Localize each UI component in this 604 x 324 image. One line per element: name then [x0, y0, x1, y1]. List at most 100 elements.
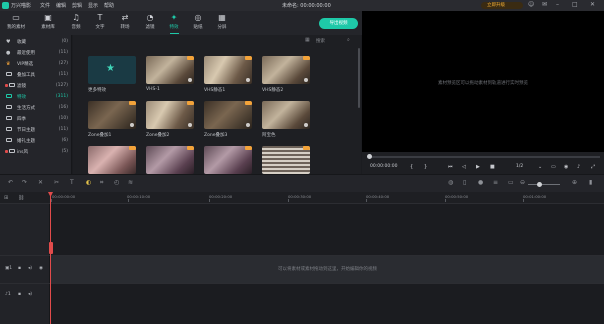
mic-icon[interactable]: ●: [478, 179, 483, 186]
sidebar-item-vip[interactable]: ♛ VIP精选 (27): [4, 59, 70, 70]
sidebar-item-lifestyle[interactable]: 生活方式 (16): [4, 103, 70, 114]
eye-icon[interactable]: ◉: [39, 266, 43, 271]
effect-thumbnail[interactable]: [146, 146, 194, 174]
download-icon[interactable]: [188, 123, 192, 127]
redo-icon[interactable]: ↷: [22, 179, 27, 186]
volume-icon[interactable]: ♪: [577, 164, 580, 170]
tab-sticker[interactable]: ◎ 贴纸: [186, 13, 210, 35]
lock-icon[interactable]: ▪: [18, 266, 21, 271]
effect-thumbnail[interactable]: [88, 101, 136, 129]
effect-thumbnail[interactable]: [204, 56, 252, 84]
minimize-icon[interactable]: –: [556, 1, 559, 8]
message-icon[interactable]: ✉: [542, 1, 547, 8]
text-tool-icon[interactable]: T: [70, 179, 74, 186]
sidebar-item-holiday[interactable]: 节日主题 (11): [4, 125, 70, 136]
effect-thumbnail[interactable]: [204, 101, 252, 129]
search-input[interactable]: 搜索: [316, 38, 325, 44]
effect-thumbnail[interactable]: [262, 101, 310, 129]
menu-clip[interactable]: 剪辑: [72, 2, 82, 9]
zoom-out-icon[interactable]: ⊖: [520, 179, 525, 186]
sidebar-item-overlay[interactable]: 叠加工具 (11): [4, 70, 70, 81]
color-icon[interactable]: ◐: [86, 179, 91, 186]
tab-split-screen[interactable]: ▦ 分屏: [210, 13, 234, 35]
grid-scrollbar[interactable]: [358, 48, 360, 108]
tab-effects[interactable]: ✦ 特效: [162, 13, 186, 35]
sidebar-item-label: 滤镜: [17, 84, 26, 89]
bracket-left-icon[interactable]: {: [410, 164, 413, 170]
upgrade-button[interactable]: 立即升级: [481, 2, 523, 9]
prev-frame-icon[interactable]: ⏮: [448, 164, 453, 170]
effect-thumbnail-more[interactable]: ★: [88, 56, 136, 84]
audio-wave-icon[interactable]: ≋: [128, 179, 133, 186]
download-icon[interactable]: [188, 78, 192, 82]
snapshot-icon[interactable]: ◉: [564, 164, 568, 170]
tab-audio[interactable]: ♫ 音频: [64, 13, 88, 35]
sidebar-item-count: (0): [61, 39, 68, 44]
speed-icon[interactable]: ◴: [114, 179, 119, 186]
sidebar-item-seasons[interactable]: 四季 (10): [4, 114, 70, 125]
menu-help[interactable]: 帮助: [104, 2, 114, 9]
sidebar-item-filters[interactable]: 滤镜 (127): [4, 81, 70, 92]
download-icon[interactable]: [304, 123, 308, 127]
play-icon[interactable]: ▶: [476, 164, 480, 170]
link-icon[interactable]: ⛓: [18, 195, 24, 201]
preview-progress-bar[interactable]: [370, 156, 600, 158]
add-track-icon[interactable]: ⊞: [4, 195, 8, 201]
sidebar-item-wedding[interactable]: 婚礼主题 (6): [4, 136, 70, 147]
display-icon[interactable]: ▭: [551, 164, 556, 170]
sidebar-item-recent[interactable]: ● 最近使用 (11): [4, 48, 70, 59]
fullscreen-icon[interactable]: ⤢: [591, 164, 595, 170]
stop-icon[interactable]: ■: [490, 164, 495, 170]
effect-thumbnail[interactable]: [262, 56, 310, 84]
download-icon[interactable]: [246, 123, 250, 127]
tab-my-media[interactable]: ▭ 我的素材: [4, 13, 28, 35]
dropdown-icon[interactable]: ⌄: [538, 164, 542, 170]
sidebar-item-ins[interactable]: ins风 (5): [4, 147, 70, 158]
split-icon[interactable]: ✂: [54, 179, 59, 186]
delete-icon[interactable]: ✕: [38, 179, 43, 186]
menu-file[interactable]: 文件: [40, 2, 50, 9]
download-icon[interactable]: [246, 78, 250, 82]
tab-label: 音频: [71, 25, 81, 30]
render-icon[interactable]: ◍: [448, 179, 453, 186]
rewind-icon[interactable]: ◁: [462, 164, 466, 170]
effect-thumbnail[interactable]: [204, 146, 252, 174]
export-button[interactable]: 导出视频: [319, 18, 358, 29]
bracket-right-icon[interactable]: }: [424, 164, 427, 170]
speaker-icon[interactable]: ◂): [28, 292, 32, 297]
menu-view[interactable]: 显示: [88, 2, 98, 9]
tab-text[interactable]: T 文字: [88, 13, 112, 35]
mixer-icon[interactable]: ≡: [493, 179, 498, 186]
view-toggle-icon[interactable]: ▦: [305, 37, 310, 43]
zoom-slider[interactable]: [528, 184, 560, 185]
lock-icon[interactable]: ▪: [18, 292, 21, 297]
undo-icon[interactable]: ↶: [8, 179, 13, 186]
playhead[interactable]: [50, 192, 51, 324]
account-icon[interactable]: ☺: [528, 1, 534, 8]
download-icon[interactable]: [130, 123, 134, 127]
playhead-handle[interactable]: [49, 242, 53, 254]
active-tab-indicator: [170, 33, 179, 34]
zoom-slider-knob[interactable]: [537, 182, 542, 187]
crop-icon[interactable]: ⌗: [100, 179, 103, 187]
maximize-icon[interactable]: □: [572, 1, 578, 8]
effect-thumbnail[interactable]: [146, 101, 194, 129]
close-icon[interactable]: ✕: [590, 1, 595, 8]
tab-transition[interactable]: ⇄ 转场: [113, 13, 137, 35]
menu-edit[interactable]: 编辑: [56, 2, 66, 9]
sidebar-item-effects[interactable]: 特效 (311): [4, 92, 70, 103]
speaker-icon[interactable]: ◂): [28, 266, 32, 271]
zoom-in-icon[interactable]: ⊕: [572, 179, 577, 186]
search-icon[interactable]: ⌕: [347, 37, 350, 43]
effect-thumbnail[interactable]: [146, 56, 194, 84]
tab-filter[interactable]: ◔ 滤镜: [138, 13, 162, 35]
sidebar-item-favorites[interactable]: ♥ 收藏 (0): [4, 37, 70, 48]
screen-icon[interactable]: ▭: [508, 179, 514, 186]
tab-library[interactable]: ▣ 素材库: [36, 13, 60, 35]
panel-icon[interactable]: ▮: [589, 179, 592, 186]
download-icon[interactable]: [304, 78, 308, 82]
effect-thumbnail[interactable]: [88, 146, 136, 174]
marker-icon[interactable]: ▯: [463, 179, 466, 186]
effect-thumbnail[interactable]: [262, 146, 310, 174]
preview-progress-knob[interactable]: [367, 154, 372, 159]
